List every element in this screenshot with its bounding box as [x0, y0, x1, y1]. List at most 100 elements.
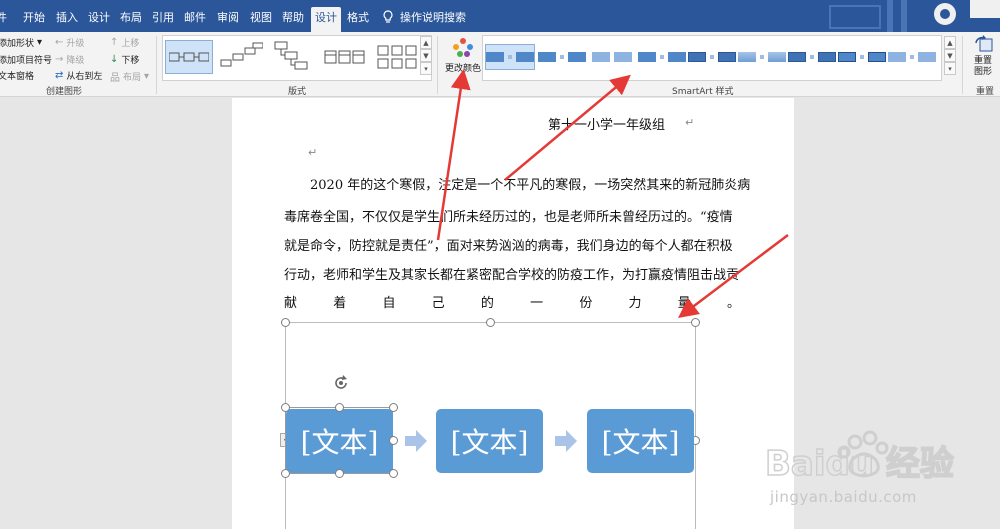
color-palette-icon [453, 38, 473, 57]
scroll-up-icon[interactable]: ▲ [420, 36, 432, 49]
ribbon: 添加形状 ▾ 添加项目符号 文本窗格 ← 升级 → 降级 ⇄ 从右到左 ↑ 上移 ↓ 下移 … [0, 32, 1000, 97]
style-thumb-8[interactable] [837, 44, 887, 70]
layout-thumb-tabs[interactable] [321, 40, 369, 74]
style-thumb-2[interactable] [537, 44, 587, 70]
style-preview-arrow [810, 55, 814, 59]
resize-handle[interactable] [281, 318, 290, 327]
scroll-up-icon[interactable]: ▲ [944, 36, 956, 49]
tab-smartart-design[interactable]: 设计 [311, 7, 341, 32]
gallery-more-icon[interactable]: ▾ [420, 62, 432, 75]
tab-home[interactable]: 开始 [23, 9, 45, 25]
tab-references[interactable]: 引用 [152, 9, 174, 25]
reset-graphic-button[interactable]: 重置图形 [968, 35, 1000, 81]
baidu-watermark-logo: Baidu 经验 [764, 430, 955, 485]
style-thumb-1[interactable] [485, 44, 535, 70]
chevron-down-icon: ▾ [144, 71, 150, 82]
add-bullet-button[interactable]: 添加项目符号 [0, 53, 52, 66]
rotate-handle-icon[interactable] [332, 374, 350, 392]
tab-mailings[interactable]: 邮件 [184, 9, 206, 25]
style-preview-box [718, 52, 736, 62]
move-down-label: 下移 [121, 56, 140, 66]
tab-review[interactable]: 审阅 [217, 9, 239, 25]
style-thumb-4[interactable] [637, 44, 687, 70]
arrow-down-icon: ↓ [110, 54, 119, 65]
group-divider [437, 36, 438, 94]
resize-handle[interactable] [389, 436, 398, 445]
tab-format[interactable]: 格式 [347, 9, 369, 25]
resize-handle[interactable] [281, 403, 290, 412]
move-down-button[interactable]: ↓ 下移 [110, 53, 139, 66]
paragraph-mark: ↵ [308, 146, 318, 159]
style-preview-arrow [660, 55, 664, 59]
text-char: 献 [284, 296, 298, 311]
style-preview-box [592, 52, 610, 62]
style-preview-box [888, 52, 906, 62]
tab-layout[interactable]: 布局 [120, 9, 142, 25]
move-up-label: 上移 [121, 39, 140, 49]
style-thumb-7[interactable] [787, 44, 837, 70]
tab-view[interactable]: 视图 [250, 9, 272, 25]
title-bar-decoration [820, 0, 1000, 32]
style-preview-box [868, 52, 886, 62]
paragraph-line-1[interactable]: 2020 年的这个寒假，注定是一个不平凡的寒假，一场突然其来的新冠肺炎病 [284, 174, 750, 193]
resize-handle[interactable] [335, 469, 344, 478]
arrow-up-icon: ↑ [110, 37, 119, 48]
layout-thumb-basic-process[interactable] [165, 40, 213, 74]
style-thumb-9[interactable] [887, 44, 937, 70]
style-preview-arrow [560, 55, 564, 59]
reset-icon [975, 35, 993, 52]
tab-help[interactable]: 帮助 [282, 9, 304, 25]
paragraph-line-2[interactable]: 毒席卷全国，不仅仅是学生们所未经历过的，也是老师所未曾经历过的。“疫情 [284, 206, 744, 225]
add-shape-button[interactable]: 添加形状 ▾ [0, 36, 42, 49]
smartart-text-box-1[interactable]: [文本] [286, 409, 393, 473]
resize-handle[interactable] [691, 318, 700, 327]
resize-handle[interactable] [389, 469, 398, 478]
smartart-text-box-2[interactable]: [文本] [436, 409, 543, 473]
demote-button[interactable]: → 降级 [55, 53, 84, 66]
lightbulb-icon [383, 10, 393, 23]
paragraph-line-3[interactable]: 就是命令，防控就是责任”，面对来势汹汹的病毒，我们身边的每个人都在积极 [284, 235, 744, 254]
paragraph-line-4[interactable]: 行动，老师和学生及其家长都在紧密配合学校的防疫工作，为打赢疫情阻击战贡 [284, 264, 744, 283]
text-char: 自 [382, 296, 396, 311]
layout-thumb-step-down[interactable] [217, 40, 265, 74]
tell-me-search[interactable]: 操作说明搜索 [382, 9, 466, 25]
layouts-gallery [162, 35, 432, 81]
layouts-scroll[interactable]: ▲ ▼ ▾ [420, 36, 432, 76]
create-graphic-group-label: 创建图形 [46, 87, 83, 97]
tab-design-doc[interactable]: 设计 [88, 9, 110, 25]
style-preview-box [838, 52, 856, 62]
style-thumb-5[interactable] [687, 44, 737, 70]
text-char: 着 [333, 296, 347, 311]
document-title[interactable]: 第十一小学一年级组 [548, 114, 665, 133]
change-colors-button[interactable]: 更改颜色 [443, 35, 481, 79]
style-thumb-3[interactable] [587, 44, 637, 70]
layout-thumb-grid[interactable] [373, 40, 421, 74]
scroll-down-icon[interactable]: ▼ [944, 49, 956, 62]
gallery-more-icon[interactable]: ▾ [944, 62, 956, 75]
style-preview-box [738, 52, 756, 62]
styles-scroll[interactable]: ▲ ▼ ▾ [944, 36, 956, 76]
layouts-group-label: 版式 [288, 87, 307, 97]
paragraph-line-5[interactable]: 献 着 自 己 的 一 份 力 量 。 [284, 292, 740, 311]
style-thumb-6[interactable] [737, 44, 787, 70]
tab-file[interactable]: 件 [0, 9, 7, 25]
add-shape-label: 添加形状 [0, 39, 35, 49]
promote-label: 升级 [66, 39, 85, 49]
layout-thumb-hierarchy[interactable] [269, 40, 317, 74]
resize-handle[interactable] [335, 403, 344, 412]
resize-handle[interactable] [389, 403, 398, 412]
text-char: 。 [726, 296, 740, 311]
layout-button[interactable]: 品布局 ▾ [110, 69, 149, 84]
smartart-text-box-3[interactable]: [文本] [587, 409, 694, 473]
swap-icon: ⇄ [55, 70, 64, 81]
scroll-down-icon[interactable]: ▼ [420, 49, 432, 62]
resize-handle[interactable] [281, 469, 290, 478]
resize-handle[interactable] [486, 318, 495, 327]
promote-button[interactable]: ← 升级 [55, 36, 84, 49]
text-pane-button[interactable]: 文本窗格 [0, 69, 34, 82]
right-to-left-button[interactable]: ⇄ 从右到左 [55, 69, 102, 82]
demote-label: 降级 [66, 56, 85, 66]
text-char: 份 [579, 296, 593, 311]
tab-insert[interactable]: 插入 [56, 9, 78, 25]
move-up-button[interactable]: ↑ 上移 [110, 36, 139, 49]
